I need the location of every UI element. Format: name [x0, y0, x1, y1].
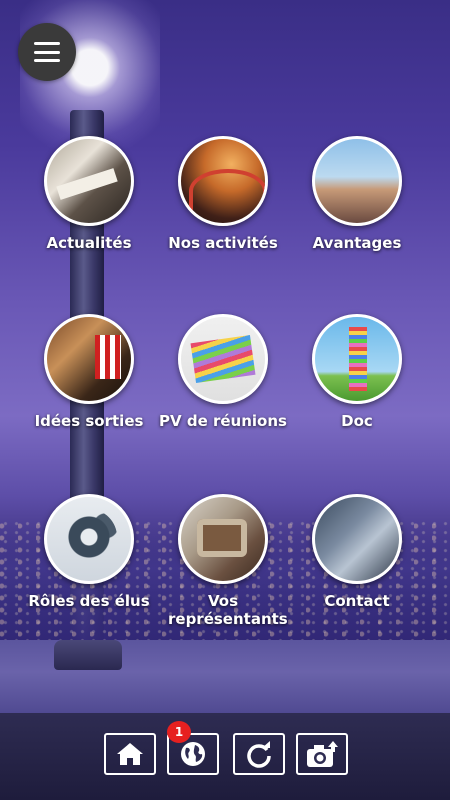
home-button[interactable] — [104, 733, 156, 775]
tile-label: Rôles des élus — [28, 592, 150, 610]
touchscreen-photo — [312, 494, 402, 584]
newspaper-photo — [44, 136, 134, 226]
tile-label: Idées sorties — [34, 412, 144, 430]
gears-people-photo — [44, 494, 134, 584]
camera-button[interactable] — [296, 733, 348, 775]
refresh-icon — [247, 741, 271, 768]
tile-pv-de-reunions[interactable]: PV de réunions — [148, 314, 298, 430]
camera-upload-icon — [307, 741, 338, 767]
tile-idees-sorties[interactable]: Idées sorties — [14, 314, 164, 430]
tile-roles-des-elus[interactable]: Rôles des élus — [14, 494, 164, 610]
tile-vos-representants[interactable]: Vos représentants — [148, 494, 298, 628]
bottom-navigation-bar — [0, 713, 450, 800]
rollercoaster-photo — [178, 136, 268, 226]
tile-label: Actualités — [46, 234, 132, 252]
tile-avantages[interactable]: Avantages — [282, 136, 432, 252]
globe-icon — [181, 742, 205, 766]
tile-label: Doc — [341, 412, 373, 430]
tile-nos-activites[interactable]: Nos activités — [148, 136, 298, 252]
tile-label: Contact — [324, 592, 390, 610]
notification-badge: 1 — [167, 721, 191, 743]
home-icon — [117, 743, 143, 765]
tile-label: Avantages — [312, 234, 402, 252]
tile-actualites[interactable]: Actualités — [14, 136, 164, 252]
books-stack-photo — [178, 314, 268, 404]
tile-label: Vos représentants — [168, 592, 288, 628]
tile-label: Nos activités — [168, 234, 278, 252]
tile-doc[interactable]: Doc — [282, 314, 432, 430]
family-castle-photo — [312, 136, 402, 226]
refresh-button[interactable] — [233, 733, 285, 775]
tile-label: PV de réunions — [159, 412, 287, 430]
book-tower-photo — [312, 314, 402, 404]
cinema-popcorn-photo — [44, 314, 134, 404]
tile-contact[interactable]: Contact — [282, 494, 432, 610]
meeting-table-photo — [178, 494, 268, 584]
tile-grid: Actualités Nos activités Avantages Idées… — [0, 0, 450, 720]
